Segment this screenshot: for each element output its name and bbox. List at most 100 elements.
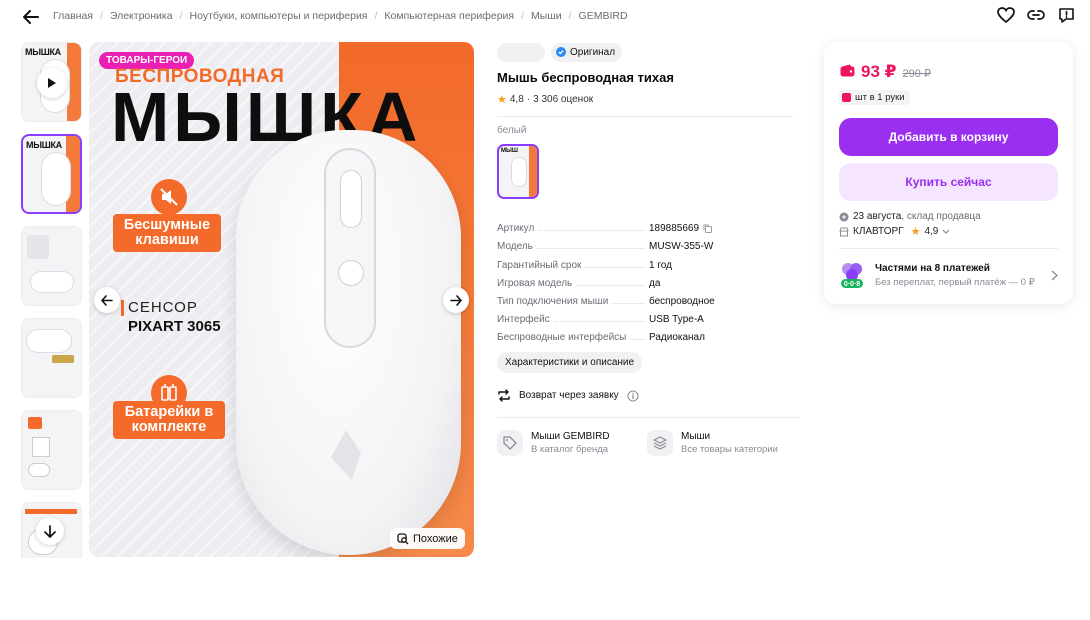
return-text: Возврат через заявку bbox=[519, 390, 619, 402]
spec-row: Тип подключения мыши беспроводное bbox=[497, 289, 797, 307]
spec-name: Беспроводные интерфейсы bbox=[497, 332, 627, 344]
spec-row: Интерфейс USB Type-A bbox=[497, 307, 797, 325]
installment-icon: 0·0·8 bbox=[839, 260, 865, 290]
delivery-source: , склад продавца bbox=[901, 211, 981, 222]
play-video-button[interactable] bbox=[37, 68, 67, 98]
feature-batteries-included: Батарейки в комплекте bbox=[113, 401, 225, 440]
return-icon bbox=[498, 389, 510, 403]
price-card: 93 ₽ 290 ₽ шт в 1 руки Добавить в корзин… bbox=[824, 42, 1073, 304]
thumbnail-title: МЫШКА bbox=[25, 47, 61, 57]
breadcrumb-laptops[interactable]: Ноутбуки, компьютеры и периферия bbox=[190, 10, 368, 22]
star-icon: ★ bbox=[497, 94, 507, 106]
similar-search-icon bbox=[397, 532, 409, 544]
spec-row: Игровая модель да bbox=[497, 271, 797, 289]
breadcrumb-electronics[interactable]: Электроника bbox=[110, 10, 173, 22]
spec-row: Гарантийный срок 1 год bbox=[497, 252, 797, 271]
mouse-illustration bbox=[236, 130, 461, 555]
buy-now-button[interactable]: Купить сейчас bbox=[839, 163, 1058, 201]
prev-image-button[interactable] bbox=[94, 287, 120, 313]
breadcrumb-mice[interactable]: Мыши bbox=[531, 10, 562, 22]
stock-limit-icon bbox=[842, 93, 851, 102]
heart-icon[interactable] bbox=[996, 5, 1016, 25]
tag-icon bbox=[497, 430, 523, 457]
spec-value: 1 год bbox=[649, 259, 672, 271]
mute-icon bbox=[151, 179, 187, 215]
specs-list: Артикул 189885669 Модель MUSW-355-W Гара… bbox=[497, 216, 797, 343]
delivery-date: 23 августа bbox=[853, 211, 902, 222]
feature-silent-keys: Бесшумные клавиши bbox=[113, 214, 221, 253]
product-main-image[interactable]: ТОВАРЫ-ГЕРОИ БЕСПРОВОДНАЯ МЫШКА Бесшумны… bbox=[89, 42, 474, 557]
stock-limit-text: шт в 1 руки bbox=[855, 92, 905, 103]
breadcrumb-peripherals[interactable]: Компьютерная периферия bbox=[384, 10, 514, 22]
spec-name: Игровая модель bbox=[497, 277, 573, 289]
spec-value: USB Type-A bbox=[649, 314, 704, 326]
original-badge[interactable]: Оригинал bbox=[551, 42, 623, 62]
price-row: 93 ₽ 290 ₽ bbox=[840, 62, 931, 82]
thumbnails-scroll-down-button[interactable] bbox=[36, 517, 64, 545]
rating[interactable]: ★ 4,8 · 3 306 оценок bbox=[497, 93, 802, 106]
color-label: белый bbox=[497, 125, 527, 136]
report-icon[interactable] bbox=[1056, 5, 1076, 25]
link-icon[interactable] bbox=[1026, 5, 1046, 25]
product-title: Мышь беспроводная тихая bbox=[497, 70, 674, 85]
top-bar: Главная / Электроника / Ноутбуки, компьюте… bbox=[0, 0, 1090, 34]
layers-icon bbox=[647, 430, 673, 457]
rating-value: 4,8 bbox=[509, 94, 524, 105]
brand-catalog-link[interactable]: Мыши GEMBIRD В каталог бренда bbox=[497, 427, 643, 459]
spec-name: Модель bbox=[497, 241, 533, 253]
add-to-cart-button[interactable]: Добавить в корзину bbox=[839, 118, 1058, 156]
back-arrow-icon[interactable] bbox=[20, 6, 42, 28]
delivery-info: 23 августа, склад продавца bbox=[839, 211, 981, 222]
store-icon bbox=[839, 227, 849, 236]
thumbnail-4[interactable] bbox=[21, 410, 82, 490]
thumbnail-strip: МЫШКА МЫШКА bbox=[21, 42, 84, 558]
breadcrumb-home[interactable]: Главная bbox=[53, 10, 93, 22]
spec-name: Артикул bbox=[497, 223, 535, 235]
installment-title: Частями на 8 платежей bbox=[875, 262, 990, 274]
category-link[interactable]: Мыши Все товары категории bbox=[647, 427, 793, 459]
spec-row: Модель MUSW-355-W bbox=[497, 234, 797, 252]
verified-icon bbox=[556, 47, 566, 57]
info-icon[interactable] bbox=[627, 390, 639, 402]
similar-label: Похожие bbox=[413, 532, 458, 545]
seller-rating: 4,9 bbox=[924, 226, 939, 237]
next-image-button[interactable] bbox=[443, 287, 469, 313]
brand-catalog-subtitle: В каталог бренда bbox=[531, 444, 609, 456]
breadcrumb-brand[interactable]: GEMBIRD bbox=[579, 10, 628, 22]
seller-name: КЛАВТОРГ bbox=[853, 226, 904, 237]
spec-row: Артикул 189885669 bbox=[497, 216, 797, 234]
thumbnail-3[interactable] bbox=[21, 318, 82, 398]
original-label: Оригинал bbox=[570, 46, 616, 58]
breadcrumb: Главная / Электроника / Ноутбуки, компьюте… bbox=[53, 10, 628, 22]
star-icon: ★ bbox=[910, 226, 921, 238]
installment-badge: 0·0·8 bbox=[844, 281, 860, 288]
return-policy: Возврат через заявку bbox=[497, 389, 802, 403]
spec-name: Гарантийный срок bbox=[497, 259, 582, 271]
spec-name: Интерфейс bbox=[497, 314, 550, 326]
reviews-count: 3 306 оценок bbox=[533, 94, 594, 105]
seller-info[interactable]: КЛАВТОРГ ★ 4,9 bbox=[839, 225, 950, 238]
spec-value: беспроводное bbox=[649, 295, 715, 307]
copy-icon[interactable] bbox=[703, 224, 713, 234]
swatch-text: МЫШ bbox=[501, 148, 518, 154]
product-info: Оригинал Мышь беспроводная тихая ★ 4,8 ·… bbox=[497, 42, 802, 459]
color-option-white[interactable]: МЫШ bbox=[497, 144, 539, 199]
brand-logo[interactable] bbox=[497, 42, 545, 62]
chevron-right-icon bbox=[1051, 269, 1058, 281]
spec-value: MUSW-355-W bbox=[649, 241, 714, 253]
thumbnail-2[interactable] bbox=[21, 226, 82, 306]
spec-value: да bbox=[649, 277, 661, 289]
thumbnail-1[interactable]: МЫШКА bbox=[21, 134, 82, 214]
sensor-label: СЕНСОР bbox=[121, 300, 198, 316]
stock-limit-badge: шт в 1 руки bbox=[839, 90, 910, 105]
price: 93 ₽ bbox=[861, 62, 897, 81]
chevron-down-icon bbox=[942, 229, 950, 234]
characteristics-button[interactable]: Характеристики и описание bbox=[497, 352, 643, 374]
spec-row: Беспроводные интерфейсы Радиоканал bbox=[497, 325, 797, 343]
similar-button[interactable]: Похожие bbox=[390, 528, 465, 549]
spec-value: 189885669 bbox=[649, 223, 700, 235]
category-links: Мыши GEMBIRD В каталог бренда Мыши Все т… bbox=[497, 427, 802, 459]
spec-value: Радиоканал bbox=[649, 332, 705, 344]
spec-name: Тип подключения мыши bbox=[497, 295, 609, 307]
installment-offer[interactable]: 0·0·8 Частями на 8 платежей Без переплат… bbox=[839, 260, 1058, 290]
